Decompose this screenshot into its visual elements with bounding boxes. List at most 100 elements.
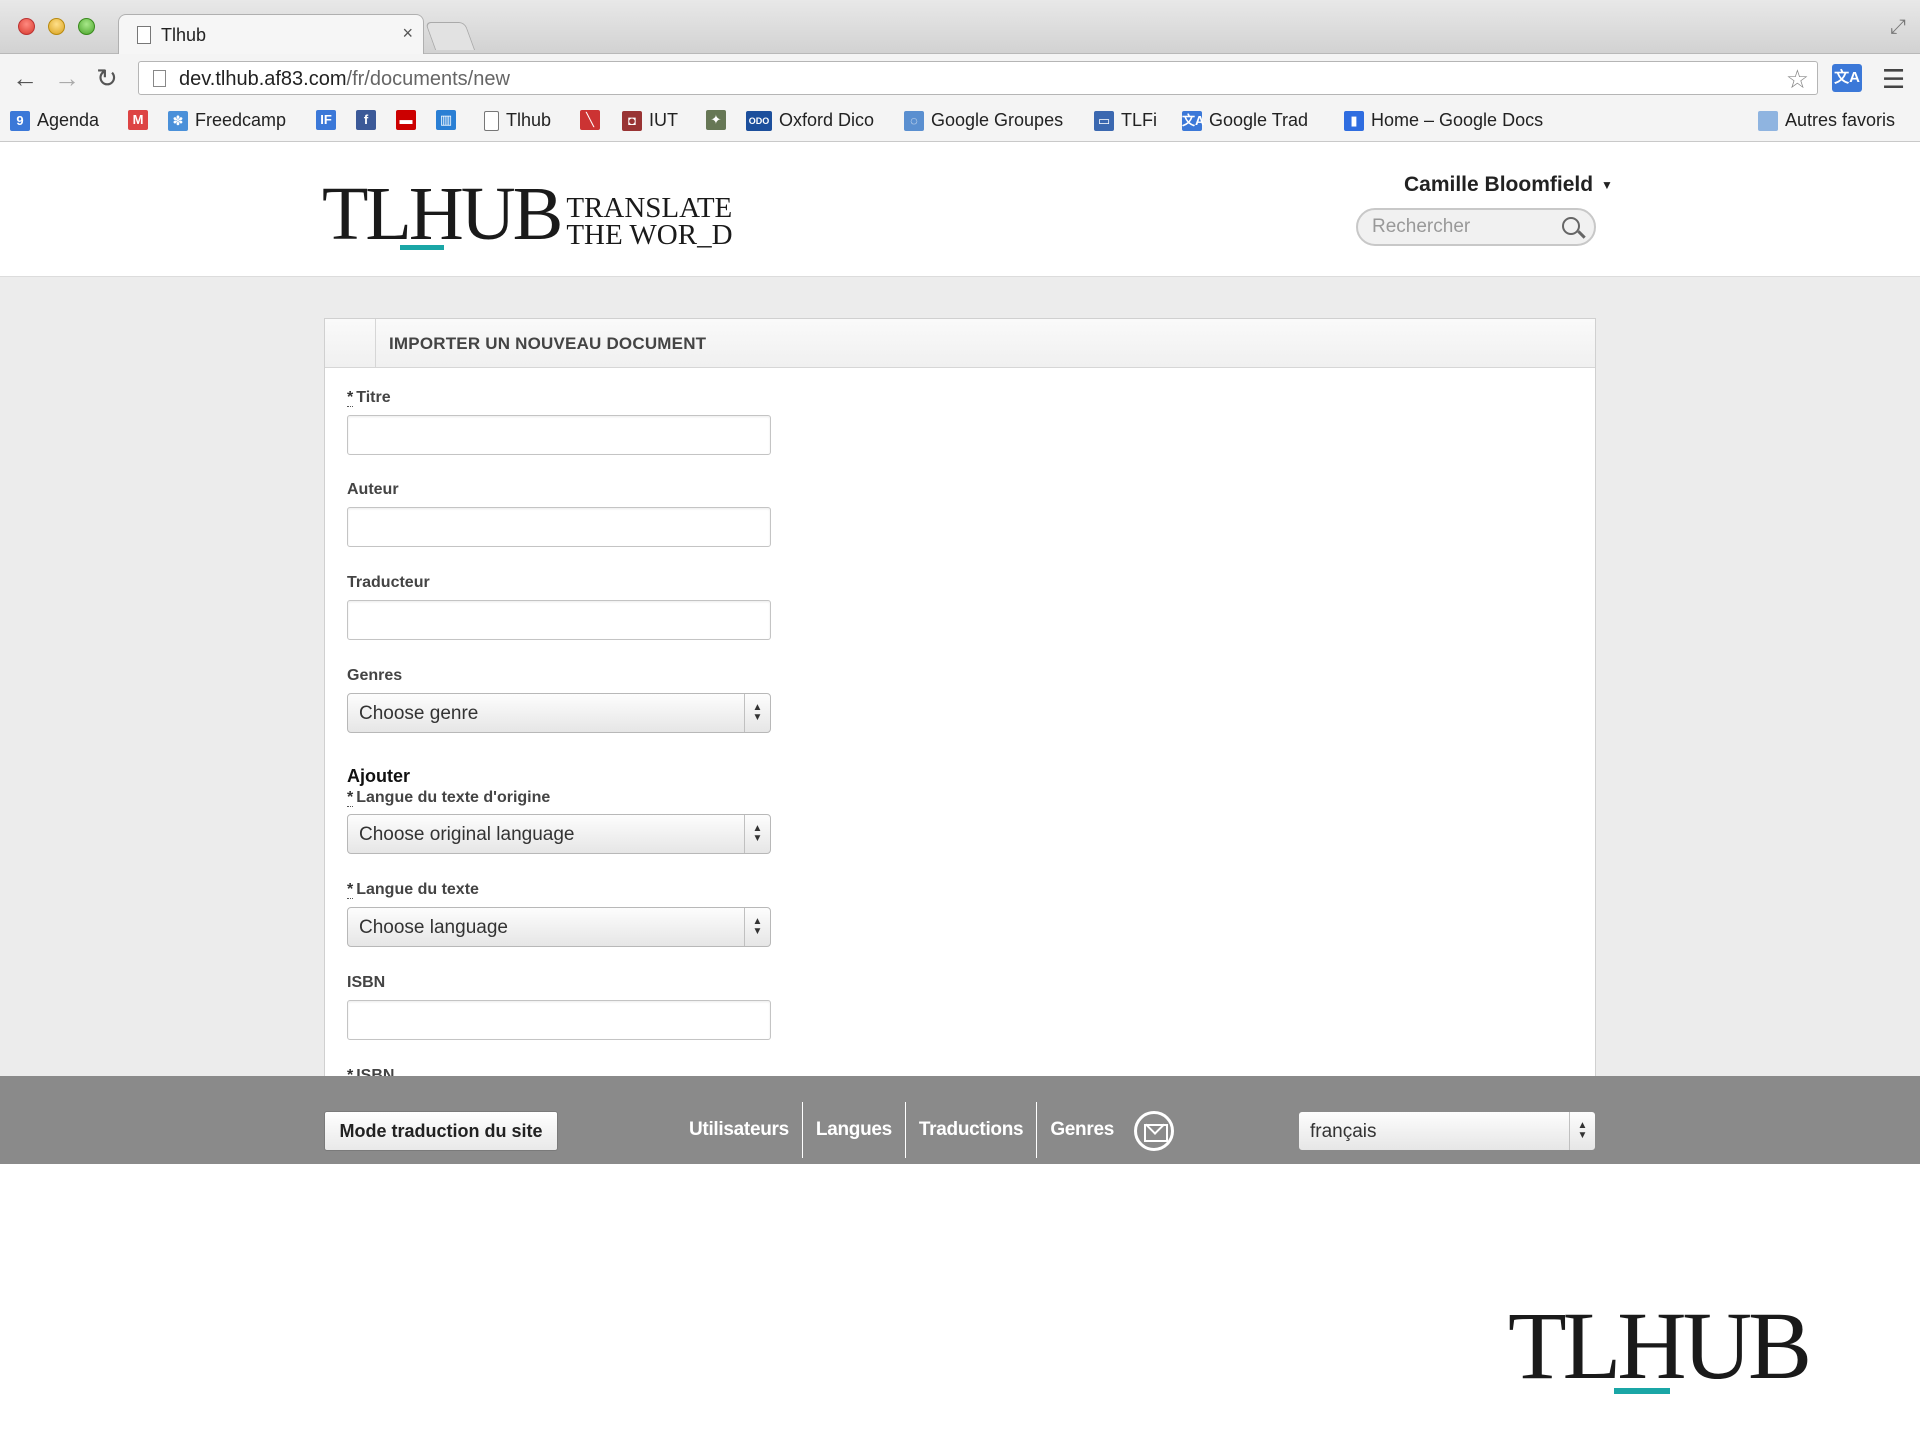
bookmark-label: Oxford Dico: [779, 110, 875, 130]
minimize-window-button[interactable]: [48, 18, 65, 35]
tab-title: Tlhub: [161, 25, 207, 45]
user-name: Camille Bloomfield: [1404, 173, 1594, 196]
bookmark-star-icon[interactable]: ☆: [1786, 64, 1809, 95]
genres-select-value: Choose genre: [359, 703, 479, 724]
folder-icon: [1758, 110, 1778, 131]
oxford-icon: ODO: [746, 110, 772, 131]
bookmark-item[interactable]: ▥: [436, 110, 463, 130]
fullscreen-icon[interactable]: ⤢: [1890, 16, 1906, 39]
footer-link-langues[interactable]: Langues: [803, 1102, 906, 1158]
bookmark-item[interactable]: ▬: [396, 110, 423, 130]
isbn-label: ISBN: [347, 974, 386, 991]
new-tab-button[interactable]: [424, 22, 476, 50]
bookmark-item[interactable]: ◘ IUT: [622, 110, 678, 131]
gmail-icon: M: [128, 110, 148, 130]
groups-icon: ◌: [904, 110, 924, 131]
required-marker: *: [347, 789, 354, 807]
bookmark-item[interactable]: Tlhub: [484, 110, 551, 131]
bookmark-label: IUT: [649, 110, 678, 130]
site-language-select[interactable]: français ▲ ▼: [1298, 1111, 1596, 1151]
url-path: /fr/documents/new: [346, 68, 510, 90]
menu-icon[interactable]: ☰: [1882, 64, 1905, 95]
site-footer: Mode traduction du site Utilisateurs Lang…: [0, 1076, 1920, 1164]
select-arrows-icon: ▲ ▼: [744, 694, 770, 732]
address-url[interactable]: dev.tlhub.af83.com/fr/documents/new: [179, 68, 510, 91]
titre-input[interactable]: [347, 415, 771, 455]
trello-icon: ▥: [436, 110, 456, 130]
site-header: TLHUB TRANSLATE THE WOR_D Camille Bloomf…: [0, 143, 1920, 277]
back-arrow-icon[interactable]: ←: [12, 64, 38, 92]
browser-tab[interactable]: Tlhub ×: [118, 14, 424, 55]
page-icon: [484, 110, 499, 131]
bookmark-item[interactable]: ODO Oxford Dico: [746, 110, 874, 131]
logo-tagline-line-2: THE WOR_D: [566, 219, 733, 251]
reload-icon[interactable]: ↻: [96, 64, 118, 92]
genres-select[interactable]: Choose genre ▲ ▼: [347, 693, 771, 733]
user-menu[interactable]: Camille Bloomfield ▼: [1404, 173, 1613, 197]
footer-nav: Utilisateurs Langues Traductions Genres: [676, 1102, 1127, 1158]
required-marker: *: [347, 389, 354, 407]
translate-icon: 文A: [1182, 110, 1204, 131]
bookmark-label: Freedcamp: [195, 110, 287, 130]
tab-close-icon[interactable]: ×: [402, 23, 413, 44]
iut-icon: ◘: [622, 110, 642, 131]
address-bar[interactable]: dev.tlhub.af83.com/fr/documents/new ☆: [138, 61, 1818, 95]
close-window-button[interactable]: [18, 18, 35, 35]
traducteur-input[interactable]: [347, 600, 771, 640]
bookmark-item[interactable]: ▭ TLFi: [1094, 110, 1157, 131]
bookmark-label: Google Trad: [1209, 110, 1309, 130]
browser-titlebar: Tlhub × ⤢: [0, 0, 1920, 55]
mail-icon[interactable]: [1134, 1111, 1174, 1151]
bookmark-item[interactable]: ◌ Google Groupes: [904, 110, 1063, 131]
original-language-select[interactable]: Choose original language ▲ ▼: [347, 814, 771, 854]
bookmark-item[interactable]: M: [128, 110, 155, 130]
caret-down-icon: ▼: [1601, 178, 1613, 193]
bookmark-item[interactable]: ✦: [706, 110, 733, 130]
footer-link-traductions[interactable]: Traductions: [906, 1102, 1038, 1158]
freedcamp-icon: ✽: [168, 110, 188, 131]
search-input[interactable]: [1372, 216, 1552, 238]
panel-header: IMPORTER UN NOUVEAU DOCUMENT: [325, 319, 1595, 368]
tlfi-icon: ▭: [1094, 110, 1114, 131]
translation-mode-button[interactable]: Mode traduction du site: [324, 1111, 558, 1151]
auteur-input[interactable]: [347, 507, 771, 547]
titre-label: * Titre: [347, 389, 391, 407]
footer-link-utilisateurs[interactable]: Utilisateurs: [676, 1102, 803, 1158]
bookmark-label: TLFi: [1121, 110, 1157, 130]
isbn-input[interactable]: [347, 1000, 771, 1040]
required-marker: *: [347, 881, 354, 899]
if-icon: IF: [316, 110, 336, 130]
bottom-logo-accent-bar: [1614, 1388, 1670, 1394]
site-logo[interactable]: TLHUB TRANSLATE THE WOR_D: [322, 172, 733, 256]
pdf-icon: ╲: [580, 110, 600, 130]
page-viewport: TLHUB TRANSLATE THE WOR_D Camille Bloomf…: [0, 143, 1920, 1164]
browser-toolbar: ← → ↻ dev.tlhub.af83.com/fr/documents/ne…: [0, 54, 1920, 102]
bookmark-other[interactable]: Autres favoris: [1758, 110, 1895, 131]
logo-accent-bar: [400, 245, 444, 250]
bookmark-item[interactable]: ✽ Freedcamp: [168, 110, 286, 131]
docs-icon: ▮: [1344, 110, 1364, 131]
bookmark-item[interactable]: 9 Agenda: [10, 110, 99, 131]
search-box: [1356, 208, 1596, 246]
footer-link-genres[interactable]: Genres: [1037, 1102, 1127, 1158]
bottom-logo: TLHUB: [1508, 1292, 1812, 1399]
bookmark-label: Google Groupes: [931, 110, 1064, 130]
search-icon[interactable]: [1562, 217, 1580, 235]
bookmark-item[interactable]: f: [356, 110, 383, 130]
language-select[interactable]: Choose language ▲ ▼: [347, 907, 771, 947]
site-language-value: français: [1310, 1121, 1377, 1142]
bookmark-item[interactable]: ╲: [580, 110, 607, 130]
logo-wordmark: TLHUB: [322, 172, 563, 256]
translate-extension-icon[interactable]: 文A: [1832, 64, 1862, 92]
forward-arrow-icon[interactable]: →: [54, 64, 80, 92]
facebook-icon: f: [356, 110, 376, 130]
titre-label-text: Titre: [356, 389, 391, 406]
bookmark-item[interactable]: IF: [316, 110, 343, 130]
select-arrows-icon: ▲ ▼: [1569, 1112, 1595, 1150]
bookmark-item[interactable]: 文A Google Trad: [1182, 110, 1308, 131]
langue-origine-label: * Langue du texte d'origine: [347, 789, 550, 807]
select-arrows-icon: ▲ ▼: [744, 908, 770, 946]
new-document-panel: IMPORTER UN NOUVEAU DOCUMENT * Titre Aute…: [324, 318, 1596, 1164]
zoom-window-button[interactable]: [78, 18, 95, 35]
bookmark-item[interactable]: ▮ Home – Google Docs: [1344, 110, 1543, 131]
